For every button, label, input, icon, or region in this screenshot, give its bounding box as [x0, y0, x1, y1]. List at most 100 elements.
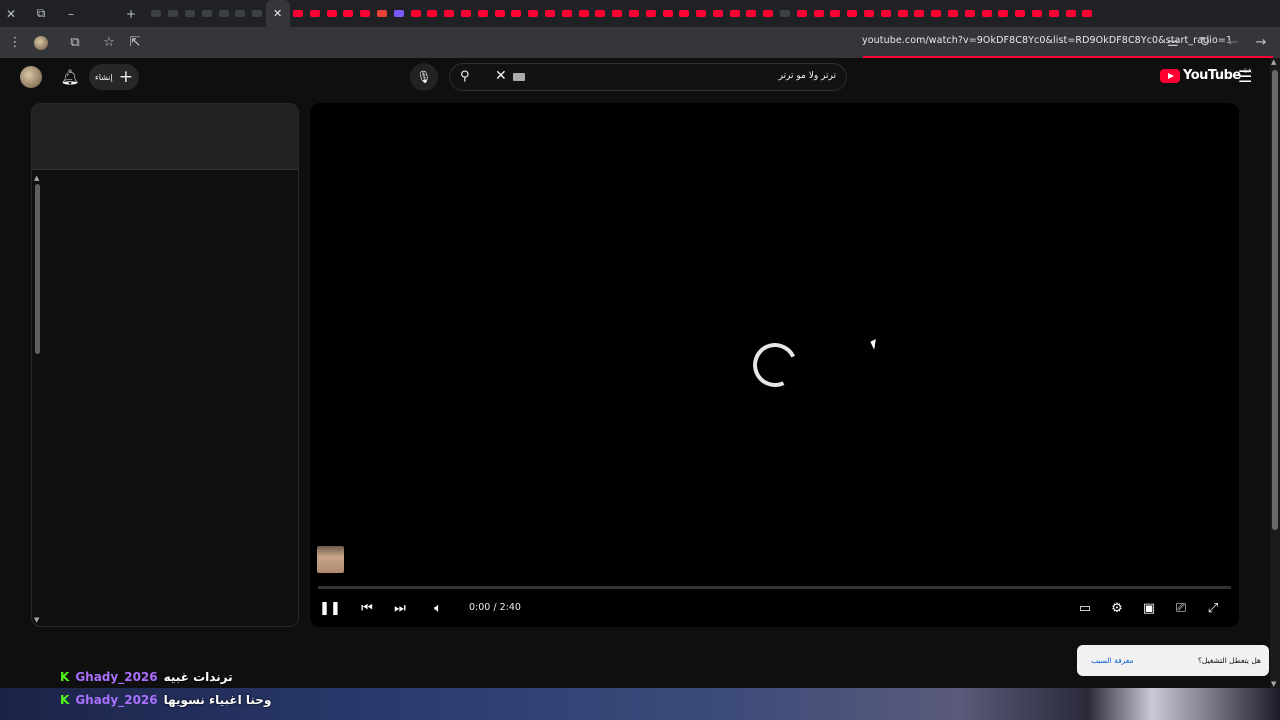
browser-tab[interactable]: [424, 0, 441, 27]
browser-tab[interactable]: [945, 0, 962, 27]
previous-icon[interactable]: ⏮︎: [354, 595, 380, 621]
side-panel-scrollbar[interactable]: ▲ ▼: [34, 174, 40, 624]
browser-tab[interactable]: [911, 0, 928, 27]
browser-tab[interactable]: [609, 0, 626, 27]
fullscreen-icon[interactable]: ⤢: [1200, 595, 1226, 621]
browser-tab[interactable]: [592, 0, 609, 27]
browser-tab[interactable]: [1012, 0, 1029, 27]
voice-search-mic-icon[interactable]: 🎙︎: [410, 63, 438, 91]
page-scroll-down-icon[interactable]: ▼: [1271, 680, 1276, 688]
browser-tab[interactable]: [558, 0, 575, 27]
browser-tab[interactable]: [215, 0, 232, 27]
menu-dots-icon[interactable]: ⋮: [2, 30, 28, 56]
reload-icon[interactable]: ↻: [1192, 29, 1218, 55]
new-tab-icon[interactable]: +: [120, 3, 142, 25]
subtitles-icon[interactable]: ▭: [1072, 595, 1098, 621]
scroll-down-arrow-icon[interactable]: ▼: [34, 616, 39, 624]
browser-tab[interactable]: [659, 0, 676, 27]
browser-tab[interactable]: [995, 0, 1012, 27]
search-icon[interactable]: ⚲: [460, 69, 470, 84]
browser-tab[interactable]: [978, 0, 995, 27]
volume-icon[interactable]: 🔈︎: [425, 595, 451, 621]
page-scroll-thumb[interactable]: [1272, 70, 1278, 530]
keyboard-icon[interactable]: [513, 73, 525, 81]
browser-tab[interactable]: [148, 0, 165, 27]
browser-tab[interactable]: [458, 0, 475, 27]
learn-why-link[interactable]: معرفة السبب: [1091, 656, 1133, 665]
browser-tab[interactable]: [357, 0, 374, 27]
notifications-bell-icon[interactable]: 🔔︎: [59, 66, 81, 88]
settings-gear-icon[interactable]: ⚙: [1104, 595, 1130, 621]
browser-tab[interactable]: [861, 0, 878, 27]
browser-tab[interactable]: [306, 0, 323, 27]
browser-tab[interactable]: [542, 0, 559, 27]
bookmark-star-icon[interactable]: ☆: [96, 30, 122, 56]
browser-tab[interactable]: [710, 0, 727, 27]
browser-tab[interactable]: [743, 0, 760, 27]
browser-tab[interactable]: [793, 0, 810, 27]
scroll-up-arrow-icon[interactable]: ▲: [34, 174, 39, 182]
browser-tab[interactable]: [323, 0, 340, 27]
create-button[interactable]: إنشاء +: [89, 64, 139, 90]
site-settings-icon[interactable]: ⚌: [1160, 29, 1186, 55]
browser-tab[interactable]: [961, 0, 978, 27]
browser-tab[interactable]: [676, 0, 693, 27]
page-scrollbar[interactable]: ▲ ▼: [1270, 58, 1280, 688]
back-icon[interactable]: ←: [1220, 29, 1246, 55]
browser-tab[interactable]: [249, 0, 266, 27]
channel-thumbnail[interactable]: [317, 546, 344, 573]
browser-tab[interactable]: [810, 0, 827, 27]
scroll-thumb[interactable]: [35, 184, 40, 354]
account-avatar[interactable]: [20, 66, 42, 88]
next-icon[interactable]: ⏭︎: [387, 595, 413, 621]
progress-bar[interactable]: [318, 586, 1231, 589]
browser-tab[interactable]: [928, 0, 945, 27]
forward-icon[interactable]: →: [1248, 29, 1274, 55]
browser-tab[interactable]: [474, 0, 491, 27]
search-input[interactable]: ترتر ولا مو ترتر: [779, 71, 836, 81]
video-player[interactable]: ❚❚ ⏮︎ ⏭︎ 🔈︎ 0:00 / 2:40 ▭ ⚙ ▣ ⎚ ⤢: [310, 103, 1239, 627]
clear-search-icon[interactable]: ✕: [495, 68, 507, 84]
browser-tab[interactable]: [165, 0, 182, 27]
install-app-icon[interactable]: ⇱: [122, 30, 148, 56]
close-window-icon[interactable]: ✕: [0, 3, 22, 25]
page-scroll-up-icon[interactable]: ▲: [1271, 58, 1276, 66]
browser-tab[interactable]: [777, 0, 794, 27]
browser-tab[interactable]: [508, 0, 525, 27]
browser-tab[interactable]: [182, 0, 199, 27]
browser-tab[interactable]: [525, 0, 542, 27]
browser-tab[interactable]: [1062, 0, 1079, 27]
extensions-icon[interactable]: ⧉: [62, 30, 88, 56]
browser-tab[interactable]: [290, 0, 307, 27]
browser-tab[interactable]: [390, 0, 407, 27]
browser-tab[interactable]: [726, 0, 743, 27]
search-box[interactable]: ⚲ ✕ ترتر ولا مو ترتر: [449, 63, 847, 91]
minimize-window-icon[interactable]: –: [60, 3, 82, 25]
browser-tab[interactable]: [877, 0, 894, 27]
browser-tab[interactable]: [491, 0, 508, 27]
browser-tab[interactable]: [1045, 0, 1062, 27]
restore-window-icon[interactable]: ⧉: [30, 3, 52, 25]
browser-tab[interactable]: [1079, 0, 1096, 27]
cast-icon[interactable]: ⎚: [1168, 595, 1194, 621]
pause-icon[interactable]: ❚❚: [317, 595, 343, 621]
browser-tab[interactable]: [340, 0, 357, 27]
profile-icon[interactable]: [28, 30, 54, 56]
browser-tab[interactable]: [407, 0, 424, 27]
browser-tab[interactable]: [441, 0, 458, 27]
browser-tab[interactable]: [760, 0, 777, 27]
browser-tab[interactable]: [575, 0, 592, 27]
browser-tab[interactable]: [626, 0, 643, 27]
browser-tab[interactable]: [642, 0, 659, 27]
browser-tab[interactable]: [198, 0, 215, 27]
browser-tab[interactable]: [374, 0, 391, 27]
browser-tab[interactable]: [827, 0, 844, 27]
browser-tab[interactable]: [894, 0, 911, 27]
browser-tab[interactable]: [1029, 0, 1046, 27]
hamburger-menu-icon[interactable]: ☰: [1238, 67, 1252, 86]
theater-mode-icon[interactable]: ▣: [1136, 595, 1162, 621]
active-tab-close-icon[interactable]: ✕: [265, 0, 290, 27]
browser-tab[interactable]: [232, 0, 249, 27]
browser-tab[interactable]: [693, 0, 710, 27]
browser-tab[interactable]: [844, 0, 861, 27]
